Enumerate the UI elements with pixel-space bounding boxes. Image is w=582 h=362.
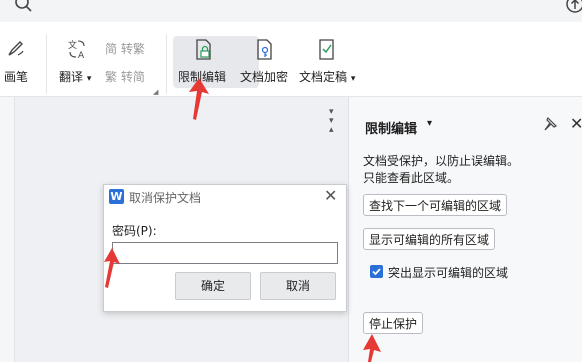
check-icon	[372, 268, 381, 276]
draw-button[interactable]: 画笔	[0, 36, 40, 88]
password-input[interactable]	[112, 242, 338, 264]
annotation-arrow-icon	[363, 334, 381, 362]
translate-label: 翻译 ▾	[59, 70, 92, 84]
finalize-icon	[319, 39, 334, 60]
upload-icon[interactable]	[565, 0, 582, 14]
translate-icon: 文 A	[68, 39, 85, 60]
top-bar	[0, 0, 582, 22]
find-next-editable-button[interactable]: 查找下一个可编辑的区域	[363, 194, 508, 216]
dialog-launcher-icon[interactable]: ◢	[153, 88, 158, 96]
chevron-down-icon: ▾	[350, 74, 356, 84]
ok-button[interactable]: 确定	[175, 272, 251, 300]
to-simplified-button[interactable]: 繁 转简	[103, 68, 157, 86]
dialog-title: 取消保护文档	[129, 191, 202, 205]
annotation-arrow-icon	[189, 78, 209, 120]
draw-label: 画笔	[4, 70, 29, 84]
chevron-down-icon: ▾	[86, 74, 92, 84]
search-icon[interactable]	[14, 0, 34, 14]
stop-protection-button[interactable]: 停止保护	[363, 312, 424, 334]
to-simplified-label: 繁 转简	[105, 70, 145, 84]
wps-logo-icon: W	[109, 189, 124, 204]
chevron-down-icon[interactable]: ▾	[427, 118, 432, 129]
ribbon-divider	[46, 34, 47, 94]
password-label: 密码(P):	[112, 224, 157, 238]
panel-description-line1: 文档受保护，以防止误编辑。	[363, 154, 520, 168]
highlight-checkbox-label: 突出显示可编辑的区域	[388, 266, 509, 280]
encrypt-icon	[257, 39, 272, 60]
finalize-button[interactable]: 文档定稿 ▾	[298, 36, 360, 88]
svg-text:A: A	[78, 51, 85, 60]
finalize-label: 文档定稿 ▾	[299, 70, 356, 84]
encrypt-label: 文档加密	[240, 70, 289, 84]
svg-text:文: 文	[68, 39, 77, 51]
panel-description-line2: 只能查看此区域。	[363, 171, 460, 185]
close-icon[interactable]: ✕	[324, 186, 337, 205]
dialog-titlebar[interactable]: W 取消保护文档 ✕	[104, 185, 346, 209]
annotation-arrow-icon	[104, 248, 120, 288]
panel-title: 限制编辑	[365, 122, 418, 137]
translate-button[interactable]: 文 A 翻译 ▾	[56, 36, 100, 88]
close-icon[interactable]: ✕	[570, 114, 582, 133]
unprotect-document-dialog: W 取消保护文档 ✕ 密码(P): 确定 取消	[103, 184, 347, 312]
encrypt-button[interactable]: 文档加密	[236, 36, 292, 88]
show-all-editable-button[interactable]: 显示可编辑的所有区域	[363, 228, 496, 250]
to-traditional-button[interactable]: 简 转繁	[103, 40, 157, 58]
to-traditional-label: 简 转繁	[105, 42, 145, 56]
scroll-up-icon[interactable]: ▾ ▾ ▴	[329, 108, 334, 135]
ribbon-divider	[166, 34, 167, 94]
document-page-edge	[0, 97, 15, 362]
highlight-checkbox[interactable]	[370, 265, 383, 278]
pen-icon	[8, 41, 24, 56]
restrict-edit-icon	[196, 39, 211, 60]
pin-icon[interactable]	[542, 116, 558, 132]
cancel-button[interactable]: 取消	[260, 272, 336, 300]
